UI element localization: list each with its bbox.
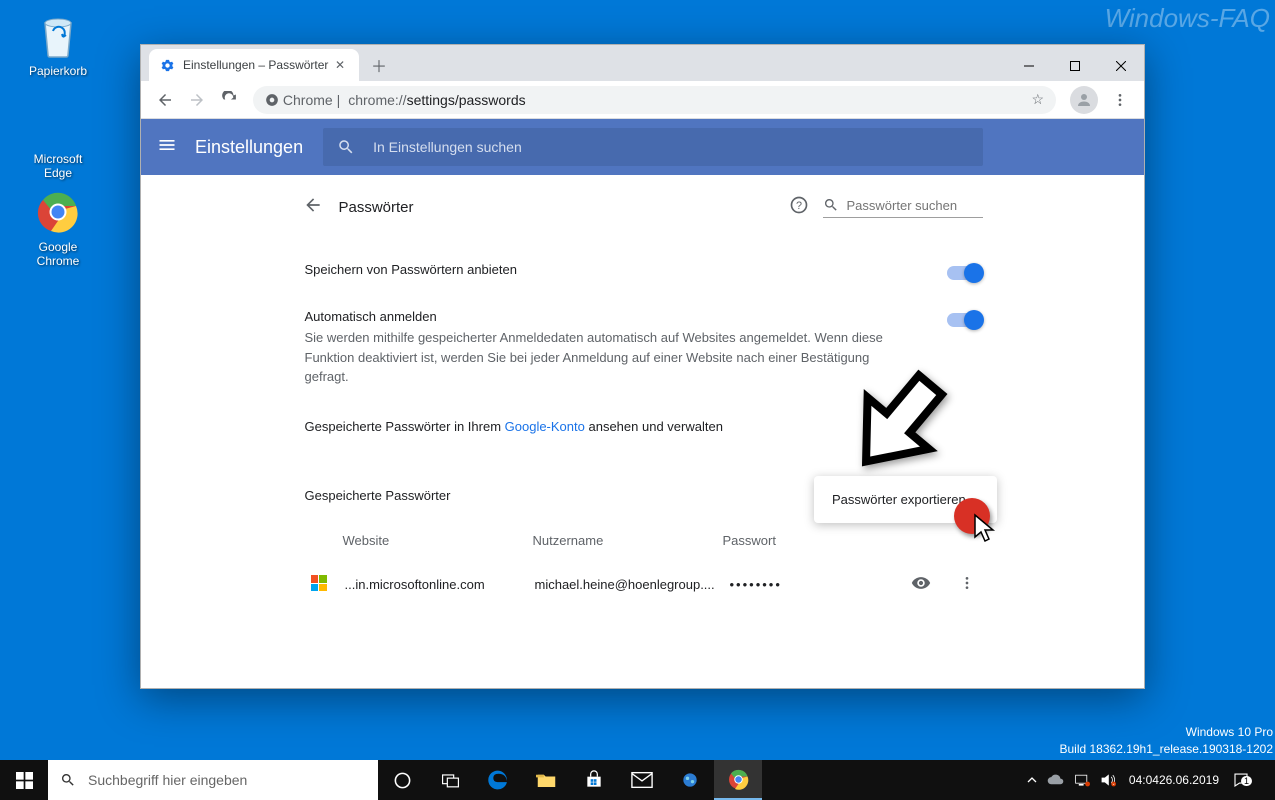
saved-passwords-label: Gespeicherte Passwörter [305, 488, 451, 503]
desktop-icon-edge[interactable]: Microsoft Edge [18, 100, 98, 180]
tab-title: Einstellungen – Passwörter [183, 58, 328, 72]
offer-save-label: Speichern von Passwörtern anbieten [305, 262, 947, 277]
chrome-icon [34, 188, 82, 236]
cortana-button[interactable] [378, 760, 426, 800]
taskbar-apps [378, 760, 762, 800]
taskbar-chrome-icon[interactable] [714, 760, 762, 800]
settings-page: Einstellungen In Einstellungen suchen Pa… [141, 119, 1144, 688]
settings-title: Einstellungen [195, 137, 303, 158]
build-line-1: Windows 10 Pro [1059, 724, 1273, 741]
settings-body[interactable]: Passwörter ? Passwörter suchen Speichern… [141, 175, 1144, 688]
nav-back-button[interactable] [149, 84, 181, 116]
url-scheme-label: Chrome [283, 92, 333, 108]
tray-notifications-icon[interactable]: 1 [1227, 760, 1271, 800]
titlebar: Einstellungen – Passwörter ✕ ＋ [141, 45, 1144, 81]
tray-volume-icon[interactable]: × [1095, 760, 1121, 800]
site-info-icon[interactable]: Chrome | [265, 92, 340, 108]
taskbar-search-input[interactable]: Suchbegriff hier eingeben [48, 760, 378, 800]
maximize-button[interactable] [1052, 51, 1098, 81]
chrome-menu-button[interactable] [1104, 92, 1136, 108]
task-view-button[interactable] [426, 760, 474, 800]
settings-header: Einstellungen In Einstellungen suchen [141, 119, 1144, 175]
page-title: Passwörter [339, 199, 414, 216]
password-search-placeholder: Passwörter suchen [847, 198, 958, 213]
manage-text-pre: Gespeicherte Passwörter in Ihrem [305, 419, 505, 434]
desktop-icon-recycle-bin[interactable]: Papierkorb [18, 12, 98, 78]
clock-date: 26.06.2019 [1159, 773, 1219, 787]
passwords-table-header: Website Nutzername Passwort [303, 521, 983, 560]
settings-menu-icon[interactable] [157, 135, 177, 160]
auto-signin-label: Automatisch anmelden [305, 309, 947, 324]
start-button[interactable] [0, 760, 48, 800]
auto-signin-description: Sie werden mithilfe gespeicherter Anmeld… [305, 328, 885, 387]
taskbar-search-placeholder: Suchbegriff hier eingeben [88, 772, 247, 788]
taskbar-app-icon[interactable] [666, 760, 714, 800]
offer-save-toggle[interactable] [947, 266, 981, 280]
cursor-icon [973, 513, 997, 543]
minimize-button[interactable] [1006, 51, 1052, 81]
chrome-label: Google Chrome [18, 240, 98, 268]
show-password-button[interactable] [911, 573, 931, 596]
system-tray: × 04:04 26.06.2019 1 [1022, 760, 1275, 800]
watermark-text: Windows-FAQ [1105, 3, 1270, 34]
settings-favicon [159, 57, 175, 73]
row-password: •••••••• [730, 577, 911, 592]
taskbar-store-icon[interactable] [570, 760, 618, 800]
tray-onedrive-icon[interactable] [1042, 760, 1069, 800]
chrome-window: Einstellungen – Passwörter ✕ ＋ Chrome | … [140, 44, 1145, 689]
recycle-bin-label: Papierkorb [18, 64, 98, 78]
column-website: Website [343, 533, 533, 548]
window-controls [1006, 51, 1144, 81]
build-line-2: Build 18362.19h1_release.190318-1202 [1059, 741, 1273, 758]
recycle-bin-icon [34, 12, 82, 60]
bookmark-star-icon[interactable]: ☆ [1031, 91, 1044, 108]
offer-save-row: Speichern von Passwörtern anbieten [303, 248, 983, 295]
manage-text-post: ansehen und verwalten [585, 419, 723, 434]
desktop-icon-chrome[interactable]: Google Chrome [18, 188, 98, 268]
tab-close-icon[interactable]: ✕ [331, 58, 349, 72]
column-username: Nutzername [533, 533, 723, 548]
address-bar: Chrome | chrome://settings/passwords ☆ [141, 81, 1144, 119]
column-password: Passwort [723, 533, 981, 548]
omnibox[interactable]: Chrome | chrome://settings/passwords ☆ [253, 86, 1056, 114]
help-icon[interactable]: ? [789, 195, 809, 220]
annotation-arrow-icon [820, 352, 970, 502]
tray-network-icon[interactable] [1069, 760, 1095, 800]
profile-avatar-button[interactable] [1070, 86, 1098, 114]
settings-search-placeholder: In Einstellungen suchen [373, 139, 522, 155]
row-menu-button[interactable] [953, 575, 981, 594]
settings-search-input[interactable]: In Einstellungen suchen [323, 128, 983, 166]
panel-back-button[interactable] [303, 195, 339, 220]
panel-header: Passwörter ? Passwörter suchen [303, 195, 983, 220]
browser-tab[interactable]: Einstellungen – Passwörter ✕ [149, 49, 359, 81]
password-search-input[interactable]: Passwörter suchen [823, 197, 983, 218]
tray-chevron-icon[interactable] [1022, 760, 1042, 800]
close-button[interactable] [1098, 51, 1144, 81]
taskbar: Suchbegriff hier eingeben × 04:04 26.06.… [0, 760, 1275, 800]
url-prefix: chrome:// [348, 92, 406, 108]
row-website[interactable]: ...in.microsoftonline.com [345, 577, 535, 592]
taskbar-mail-icon[interactable] [618, 760, 666, 800]
clock-time: 04:04 [1129, 773, 1159, 787]
tray-clock[interactable]: 04:04 26.06.2019 [1121, 760, 1227, 800]
taskbar-edge-icon[interactable] [474, 760, 522, 800]
url-path: settings/passwords [407, 92, 526, 108]
nav-forward-button[interactable] [181, 84, 213, 116]
taskbar-explorer-icon[interactable] [522, 760, 570, 800]
google-account-link[interactable]: Google-Konto [505, 419, 585, 434]
auto-signin-toggle[interactable] [947, 313, 981, 327]
nav-reload-button[interactable] [213, 84, 245, 116]
edge-label: Microsoft Edge [18, 152, 98, 180]
build-info: Windows 10 Pro Build 18362.19h1_release.… [1059, 724, 1273, 758]
password-row: ...in.microsoftonline.com michael.heine@… [303, 560, 983, 608]
new-tab-button[interactable]: ＋ [365, 51, 393, 79]
row-username: michael.heine@hoenlegroup.... [535, 577, 730, 592]
edge-icon [34, 100, 82, 148]
svg-text:?: ? [795, 200, 801, 212]
microsoft-icon [311, 575, 329, 593]
